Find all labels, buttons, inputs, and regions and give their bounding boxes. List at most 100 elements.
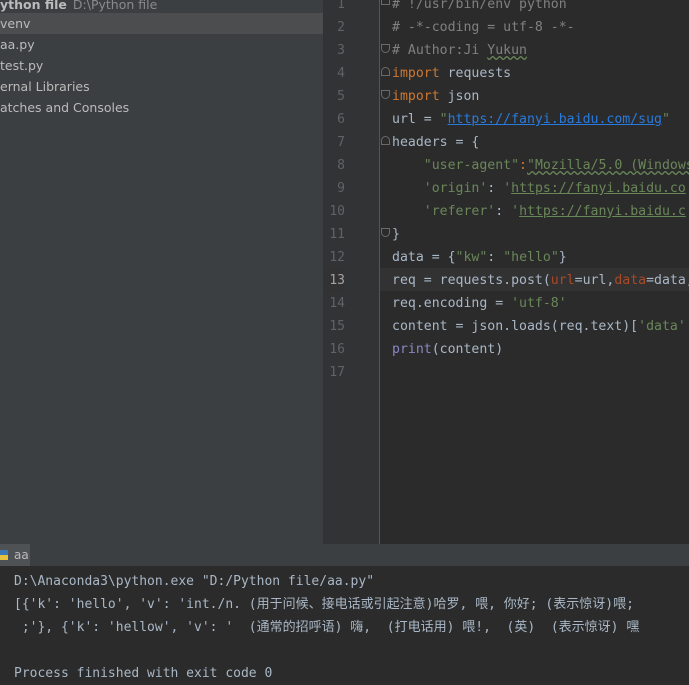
tree-item-test-py[interactable]: test.py: [0, 55, 43, 76]
console-line: D:\Anaconda3\python.exe "D:/Python file/…: [14, 574, 375, 589]
code-token: # Author:Ji: [392, 43, 488, 58]
code-token: :: [487, 250, 504, 265]
code-token: "user-agent": [423, 158, 520, 173]
code-token: req = requests.post(: [392, 273, 551, 288]
fold-marker-icon[interactable]: [381, 67, 390, 76]
code-line-11: }: [392, 223, 400, 246]
code-line-6: url = "https://fanyi.baidu.com/sug": [392, 108, 670, 131]
line-number: 12: [329, 250, 345, 265]
code-line-4: import requests: [392, 62, 511, 85]
fold-marker-icon[interactable]: [381, 136, 390, 145]
fold-end-marker-icon[interactable]: [381, 44, 390, 53]
code-token: url: [550, 273, 575, 288]
code-url-link[interactable]: https://fanyi.baidu.com/sug: [448, 112, 662, 127]
tree-item-label: venv: [0, 16, 31, 31]
run-tab[interactable]: aa: [0, 544, 30, 566]
project-root-name: ython file: [0, 0, 67, 12]
code-line-1: # !/usr/bin/env python: [392, 0, 567, 16]
line-number: 8: [337, 158, 345, 173]
code-line-7: headers = {: [392, 131, 479, 154]
tree-item-external-libraries[interactable]: ernal Libraries: [0, 76, 90, 97]
code-token: # !/usr/bin/env python: [392, 0, 567, 12]
code-url-link[interactable]: https://fanyi.baidu.co: [511, 181, 686, 196]
console-line: Process finished with exit code 0: [14, 666, 273, 681]
project-panel: ython file D:\Python file venv aa.py test…: [0, 0, 323, 544]
code-token: headers = {: [392, 135, 480, 150]
code-token: (content): [431, 342, 504, 357]
line-number: 15: [329, 319, 345, 334]
line-number: 2: [337, 20, 345, 35]
code-token: "hello": [503, 250, 559, 265]
fold-end-marker-icon[interactable]: [381, 90, 390, 99]
line-number-gutter: 1 2 3 4 5 6 7 8 9 10 11 12 13 14 15 16 1…: [324, 0, 379, 544]
gutter-edge: [379, 0, 380, 544]
project-root-path: D:\Python file: [72, 0, 158, 12]
code-token: }: [392, 227, 400, 242]
code-token: ': [511, 204, 520, 219]
code-token: data = {: [392, 250, 456, 265]
run-console-output[interactable]: D:\Anaconda3\python.exe "D:/Python file/…: [0, 567, 689, 685]
code-token: 'referer': [423, 204, 496, 219]
line-number: 10: [329, 204, 345, 219]
tree-item-label: atches and Consoles: [0, 100, 130, 115]
code-line-15: content = json.loads(req.text)['data': [392, 315, 686, 338]
code-token: :: [487, 181, 504, 196]
code-token: data: [614, 273, 647, 288]
tree-item-scratches-consoles[interactable]: atches and Consoles: [0, 97, 129, 118]
code-token: =data,: [646, 273, 689, 288]
line-number: 9: [337, 181, 345, 196]
tree-item-venv[interactable]: venv: [0, 13, 323, 34]
code-line-12: data = {"kw": "hello"}: [392, 246, 567, 269]
code-token: json: [439, 89, 480, 104]
run-tab-label: aa: [14, 548, 29, 562]
line-number: 11: [329, 227, 345, 242]
code-token: "Mozilla/5.0 (Windows: [527, 158, 689, 173]
tree-item-label: ernal Libraries: [0, 79, 90, 94]
fold-end-marker-icon[interactable]: [381, 228, 390, 237]
code-token: ": [661, 112, 670, 127]
code-editor[interactable]: 1 2 3 4 5 6 7 8 9 10 11 12 13 14 15 16 1…: [324, 0, 689, 544]
code-token: :: [495, 204, 512, 219]
code-line-14: req.encoding = 'utf-8': [392, 292, 567, 315]
code-line-3: # Author:Ji Yukun: [392, 39, 527, 62]
console-line: [{'k': 'hello', 'v': 'int./n. (用于问候、接电话或…: [14, 597, 634, 612]
code-line-16: print(content): [392, 338, 503, 361]
tree-item-aa-py[interactable]: aa.py: [0, 34, 35, 55]
line-number: 4: [337, 66, 345, 81]
code-token: print: [392, 342, 432, 357]
tree-item-label: aa.py: [0, 37, 35, 52]
code-token: import: [392, 89, 440, 104]
line-number: 17: [329, 365, 345, 380]
code-token: Yukun: [487, 43, 527, 58]
python-run-icon: [0, 550, 8, 560]
tree-item-label: test.py: [0, 58, 44, 73]
code-url-link[interactable]: https://fanyi.baidu.c: [519, 204, 686, 219]
line-number: 16: [329, 342, 345, 357]
code-line-9: 'origin': 'https://fanyi.baidu.co: [392, 177, 686, 200]
code-token: 'origin': [423, 181, 488, 196]
code-token: # -*-coding = utf-8 -*-: [392, 20, 575, 35]
code-token: :: [519, 158, 527, 173]
code-token: =url,: [574, 273, 615, 288]
code-token: "kw": [455, 250, 488, 265]
code-token: }: [558, 250, 567, 265]
line-number: 3: [337, 43, 345, 58]
code-token: content = json.loads(req.text)[: [392, 319, 639, 334]
line-number: 7: [337, 135, 345, 150]
code-token: requests: [439, 66, 512, 81]
line-number: 14: [329, 296, 345, 311]
code-line-8: "user-agent":"Mozilla/5.0 (Windows: [392, 154, 689, 177]
run-tool-window-header: aa: [0, 544, 689, 567]
line-number-current: 13: [324, 269, 345, 292]
code-line-5: import json: [392, 85, 479, 108]
fold-marker-icon[interactable]: [381, 0, 390, 5]
code-token: import: [392, 66, 440, 81]
line-number: 1: [337, 0, 345, 12]
code-token: req.encoding =: [392, 296, 512, 311]
code-token: url =: [392, 112, 440, 127]
code-line-13: req = requests.post(url=url,data=data,: [392, 269, 689, 292]
line-number: 6: [337, 112, 345, 127]
line-number: 5: [337, 89, 345, 104]
